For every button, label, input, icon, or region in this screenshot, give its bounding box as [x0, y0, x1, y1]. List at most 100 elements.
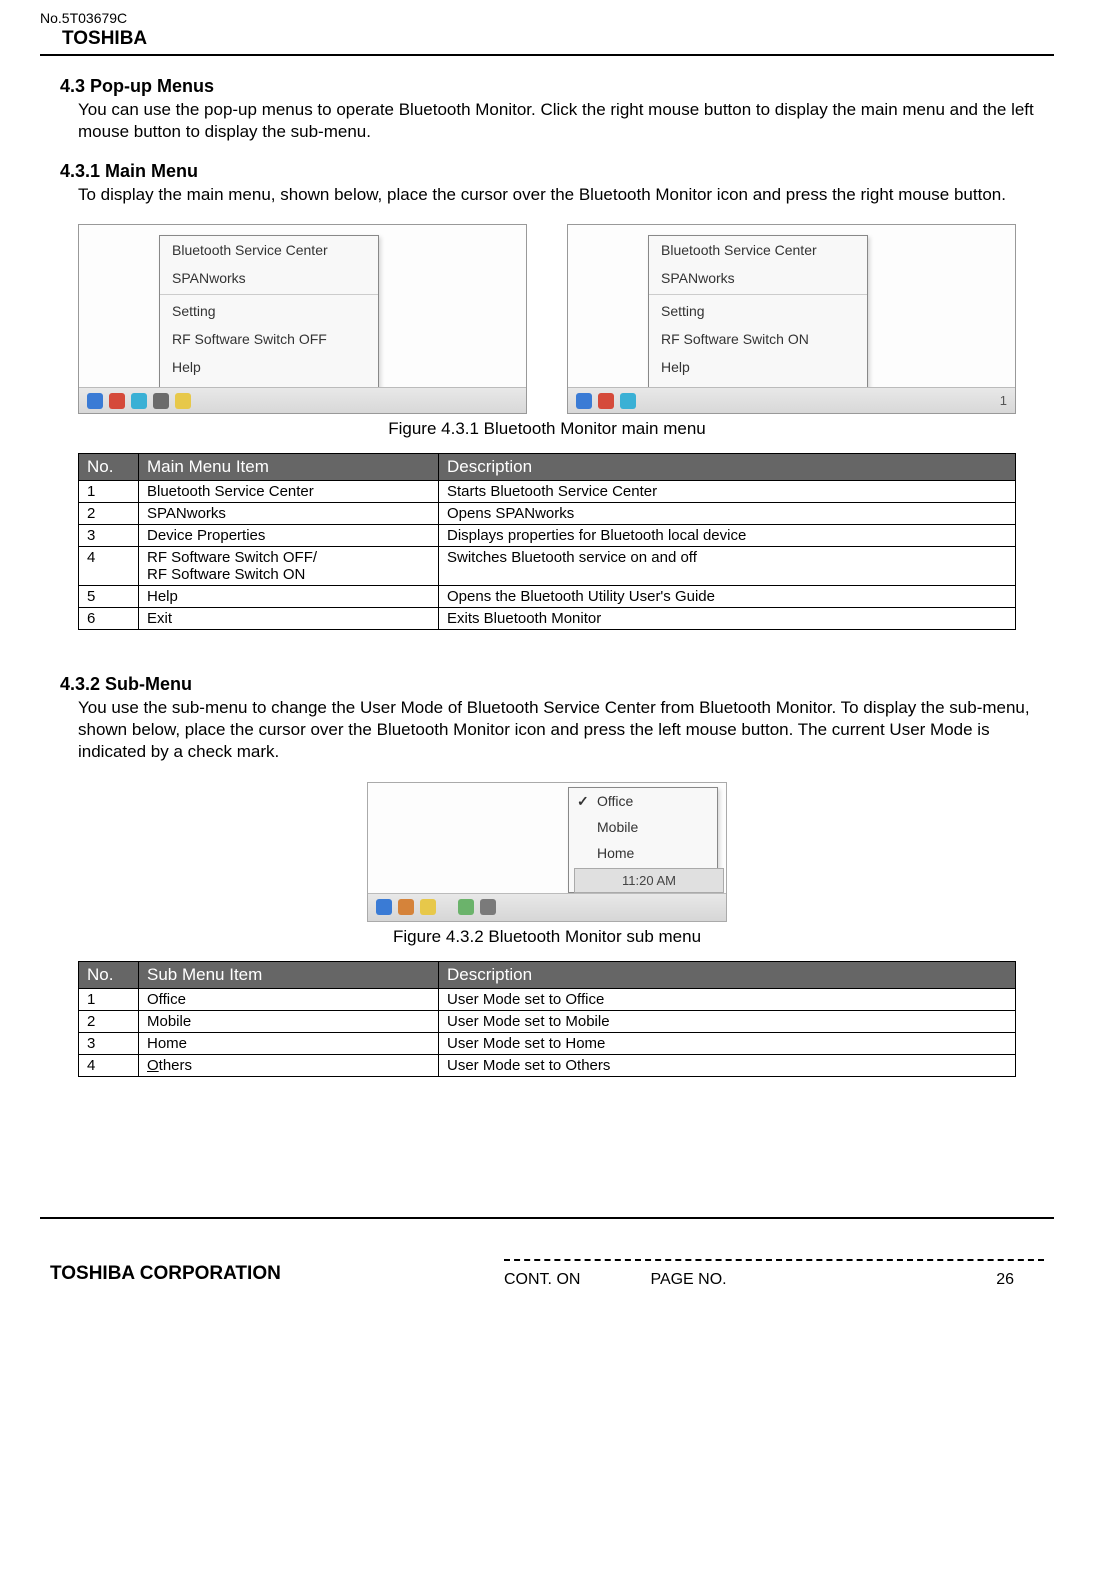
- cell-desc: User Mode set to Mobile: [439, 1010, 1016, 1032]
- tray-icon: [153, 393, 169, 409]
- cell-no: 3: [79, 1032, 139, 1054]
- cell-item: Others: [139, 1054, 439, 1076]
- section-text-432: You use the sub-menu to change the User …: [78, 697, 1034, 763]
- tray-icon: [576, 393, 592, 409]
- menu-item[interactable]: Bluetooth Service Center: [649, 236, 867, 264]
- table-row: 6 Exit Exits Bluetooth Monitor: [79, 608, 1016, 630]
- menu-item[interactable]: RF Software Switch ON: [649, 325, 867, 353]
- menu-item[interactable]: SPANworks: [160, 264, 378, 292]
- section-heading-432: 4.3.2 Sub-Menu: [60, 674, 1034, 695]
- cell-item: Exit: [139, 608, 439, 630]
- cell-desc: Displays properties for Bluetooth local …: [439, 525, 1016, 547]
- submenu-item[interactable]: Home: [569, 840, 717, 866]
- cell-no: 3: [79, 525, 139, 547]
- table-row: 2 SPANworks Opens SPANworks: [79, 503, 1016, 525]
- cell-no: 4: [79, 547, 139, 586]
- submenu-item-checked[interactable]: Office: [569, 788, 717, 814]
- menu-separator: [649, 294, 867, 295]
- menu-item[interactable]: SPANworks: [649, 264, 867, 292]
- main-menu-figure: Bluetooth Service Center SPANworks Setti…: [78, 224, 1016, 414]
- table-row: 4 RF Software Switch OFF/ RF Software Sw…: [79, 547, 1016, 586]
- table-row: 1 Bluetooth Service Center Starts Blueto…: [79, 481, 1016, 503]
- submenu-figure: Office Mobile Home Others 11:20 AM: [60, 782, 1034, 922]
- footer-rule: [40, 1217, 1054, 1219]
- section-text-43: You can use the pop-up menus to operate …: [78, 99, 1034, 143]
- menu-separator: [160, 294, 378, 295]
- cell-item: Mobile: [139, 1010, 439, 1032]
- cell-no: 1: [79, 481, 139, 503]
- tray-icon: [458, 899, 474, 915]
- system-tray-right: 1: [568, 387, 1015, 413]
- menu-item[interactable]: RF Software Switch OFF: [160, 325, 378, 353]
- cell-no: 2: [79, 503, 139, 525]
- brand-title: TOSHIBA: [62, 28, 1054, 50]
- menu-item[interactable]: Setting: [649, 297, 867, 325]
- tray-icon: [376, 899, 392, 915]
- footer-cont: CONT. ON: [504, 1271, 580, 1289]
- tray-icon: [620, 393, 636, 409]
- main-menu-screenshot-left: Bluetooth Service Center SPANworks Setti…: [78, 224, 527, 414]
- cell-item: Bluetooth Service Center: [139, 481, 439, 503]
- table-row: 3 Home User Mode set to Home: [79, 1032, 1016, 1054]
- cell-item: Office: [139, 988, 439, 1010]
- table-header: No.: [79, 961, 139, 988]
- cell-item: Device Properties: [139, 525, 439, 547]
- section-heading-43: 4.3 Pop-up Menus: [60, 76, 1034, 97]
- cell-item: Home: [139, 1032, 439, 1054]
- tray-icon: [109, 393, 125, 409]
- footer-company: TOSHIBA CORPORATION: [50, 1263, 281, 1285]
- cell-no: 1: [79, 988, 139, 1010]
- cell-desc: Opens SPANworks: [439, 503, 1016, 525]
- table-header: Main Menu Item: [139, 454, 439, 481]
- menu-item[interactable]: Setting: [160, 297, 378, 325]
- submenu-screenshot: Office Mobile Home Others 11:20 AM: [367, 782, 727, 922]
- section-heading-431: 4.3.1 Main Menu: [60, 161, 1034, 182]
- tray-icon: [480, 899, 496, 915]
- main-menu-table: No. Main Menu Item Description 1 Bluetoo…: [78, 453, 1016, 630]
- table-header: No.: [79, 454, 139, 481]
- table-row: 4 Others User Mode set to Others: [79, 1054, 1016, 1076]
- tray-icon: [398, 899, 414, 915]
- cell-no: 4: [79, 1054, 139, 1076]
- system-tray-submenu: [368, 893, 726, 921]
- menu-item[interactable]: Bluetooth Service Center: [160, 236, 378, 264]
- submenu-item[interactable]: Mobile: [569, 814, 717, 840]
- cell-item: SPANworks: [139, 503, 439, 525]
- figure-caption-432: Figure 4.3.2 Bluetooth Monitor sub menu: [60, 927, 1034, 947]
- cell-no: 2: [79, 1010, 139, 1032]
- table-row: 3 Device Properties Displays properties …: [79, 525, 1016, 547]
- tray-icon: [175, 393, 191, 409]
- table-header: Description: [439, 454, 1016, 481]
- table-row: 1 Office User Mode set to Office: [79, 988, 1016, 1010]
- tray-icon: [598, 393, 614, 409]
- cell-desc: User Mode set to Office: [439, 988, 1016, 1010]
- table-row: 5 Help Opens the Bluetooth Utility User'…: [79, 586, 1016, 608]
- cell-desc: User Mode set to Others: [439, 1054, 1016, 1076]
- menu-item[interactable]: Help: [649, 353, 867, 381]
- main-menu-screenshot-right: Bluetooth Service Center SPANworks Setti…: [567, 224, 1016, 414]
- table-header: Description: [439, 961, 1016, 988]
- footer-page-label: PAGE NO.: [650, 1271, 726, 1289]
- cell-desc: Exits Bluetooth Monitor: [439, 608, 1016, 630]
- popup-menu-left: Bluetooth Service Center SPANworks Setti…: [159, 235, 379, 410]
- popup-menu-right: Bluetooth Service Center SPANworks Setti…: [648, 235, 868, 410]
- page-footer: TOSHIBA CORPORATION CONT. ON PAGE NO. 26: [40, 1259, 1054, 1289]
- cell-desc: Starts Bluetooth Service Center: [439, 481, 1016, 503]
- figure-caption-431: Figure 4.3.1 Bluetooth Monitor main menu: [60, 419, 1034, 439]
- menu-item[interactable]: Help: [160, 353, 378, 381]
- cell-no: 6: [79, 608, 139, 630]
- tray-clock: 11:20 AM: [574, 868, 724, 893]
- cell-item: RF Software Switch OFF/ RF Software Swit…: [139, 547, 439, 586]
- tray-icon: [420, 899, 436, 915]
- table-row: 2 Mobile User Mode set to Mobile: [79, 1010, 1016, 1032]
- cell-no: 5: [79, 586, 139, 608]
- doc-number: No.5T03679C: [40, 10, 1054, 26]
- cell-desc: Switches Bluetooth service on and off: [439, 547, 1016, 586]
- section-text-431: To display the main menu, shown below, p…: [78, 184, 1034, 206]
- table-header: Sub Menu Item: [139, 961, 439, 988]
- cell-desc: Opens the Bluetooth Utility User's Guide: [439, 586, 1016, 608]
- cell-item: Help: [139, 586, 439, 608]
- tray-number: 1: [1000, 393, 1007, 408]
- cell-desc: User Mode set to Home: [439, 1032, 1016, 1054]
- header-rule: [40, 54, 1054, 56]
